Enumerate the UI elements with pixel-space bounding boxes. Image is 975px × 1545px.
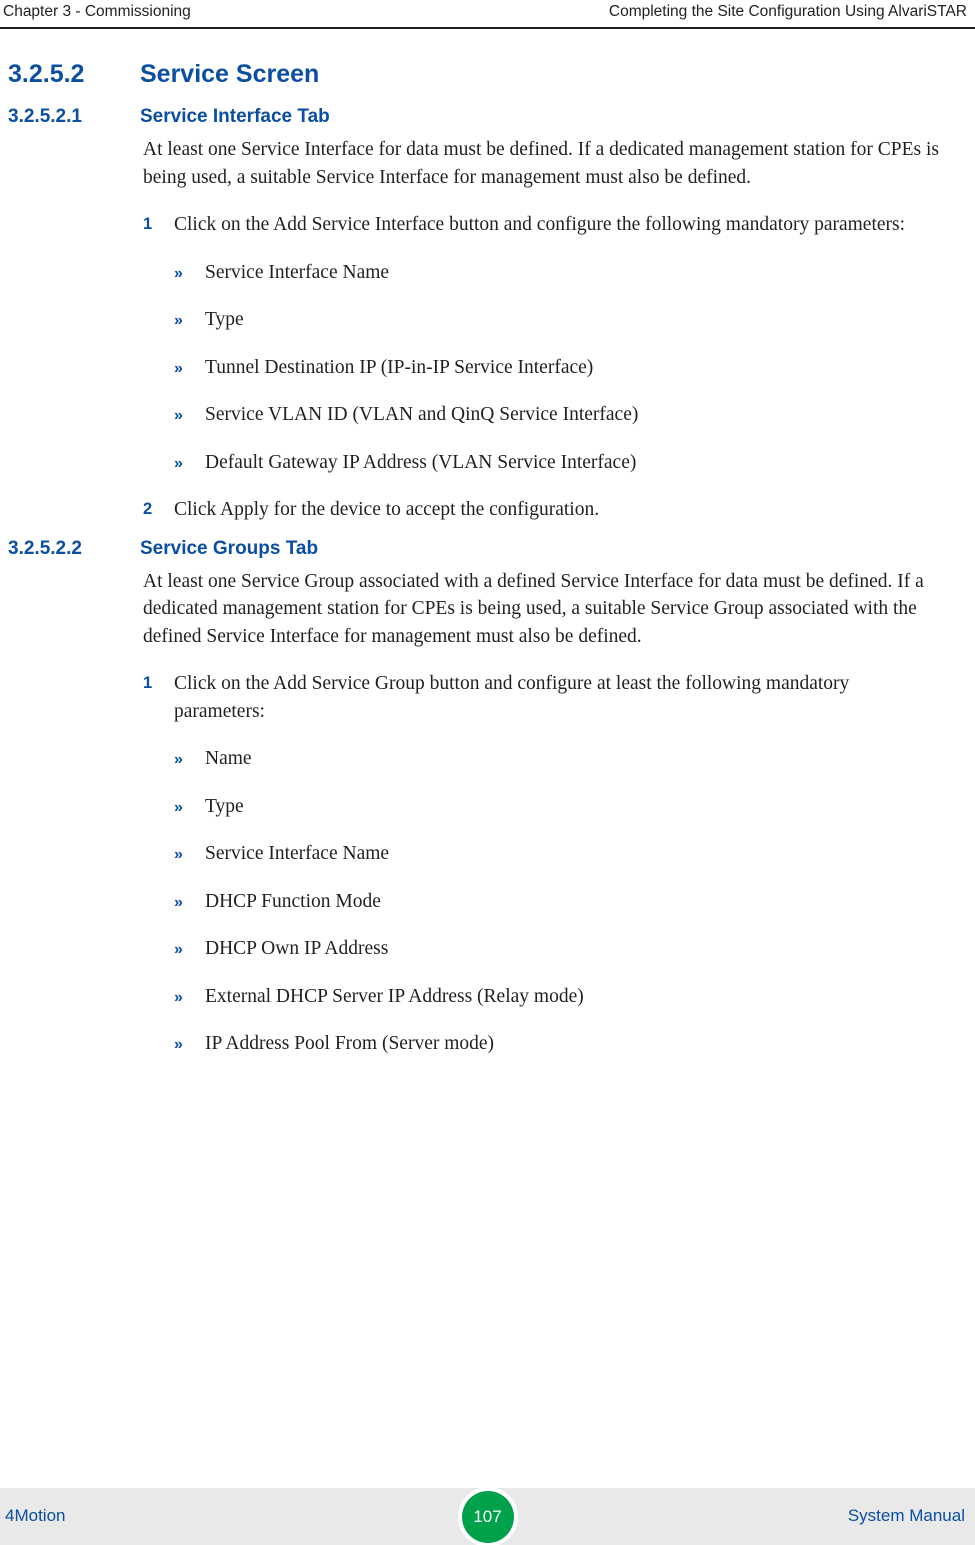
section-title: Service Screen <box>140 60 320 88</box>
chevron-double-right-icon: » <box>174 893 183 911</box>
list-item-label: Service VLAN ID (VLAN and QinQ Service I… <box>205 404 639 425</box>
chevron-double-right-icon: » <box>174 454 183 472</box>
list-item-label: Service Interface Name <box>205 843 390 864</box>
step-item: 1 Click on the Add Service Group button … <box>143 670 945 725</box>
footer-manual-label: System Manual <box>847 1506 965 1525</box>
list-item: » Type <box>174 306 975 334</box>
step-item: 2 Click Apply for the device to accept t… <box>143 496 945 524</box>
list-item: » External DHCP Server IP Address (Relay… <box>174 983 975 1011</box>
list-item: » Name <box>174 745 975 773</box>
header-divider <box>0 27 975 29</box>
list-item-label: Type <box>205 309 244 330</box>
subsection-title: Service Interface Tab <box>140 106 330 127</box>
list-item: » DHCP Own IP Address <box>174 935 975 963</box>
subsection-number: 3.2.5.2.1 <box>8 106 82 127</box>
list-item: » Tunnel Destination IP (IP-in-IP Servic… <box>174 354 975 382</box>
chevron-double-right-icon: » <box>174 1036 183 1053</box>
chevron-double-right-icon: » <box>174 751 183 768</box>
chevron-double-right-icon: » <box>174 264 183 282</box>
list-item: » Service Interface Name <box>174 840 975 868</box>
section-number: 3.2.5.2 <box>8 60 85 88</box>
step-text: Click Apply for the device to accept the… <box>174 499 600 520</box>
header-section-label: Completing the Site Configuration Using … <box>608 3 967 20</box>
document-body: 3.2.5.2 Service Screen 3.2.5.2.1 Service… <box>0 60 975 1058</box>
header-chapter-label: Chapter 3 - Commissioning <box>3 3 191 20</box>
list-item: » Service VLAN ID (VLAN and QinQ Service… <box>174 401 975 429</box>
subsection-intro-paragraph: At least one Service Interface for data … <box>143 139 939 188</box>
page-number-badge: 107 <box>461 1491 514 1543</box>
step-item: 1 Click on the Add Service Interface but… <box>143 211 945 239</box>
list-item-label: IP Address Pool From (Server mode) <box>205 1033 495 1054</box>
list-item-label: DHCP Own IP Address <box>205 938 389 959</box>
list-item: » DHCP Function Mode <box>174 888 975 916</box>
page-footer: 4Motion 107 System Manual <box>0 1488 975 1545</box>
subsection-heading-service-groups-tab: 3.2.5.2.2 Service Groups Tab <box>0 538 975 568</box>
step-number: 2 <box>143 500 153 518</box>
chevron-double-right-icon: » <box>174 312 183 329</box>
list-item-label: External DHCP Server IP Address (Relay m… <box>205 985 584 1007</box>
list-item-label: Tunnel Destination IP (IP-in-IP Service … <box>205 356 594 378</box>
list-item: » Service Interface Name <box>174 259 975 287</box>
chevron-double-right-icon: » <box>174 798 183 816</box>
chevron-double-right-icon: » <box>174 988 183 1006</box>
chevron-double-right-icon: » <box>174 359 183 377</box>
chevron-double-right-icon: » <box>174 846 183 863</box>
list-item-label: DHCP Function Mode <box>205 890 381 912</box>
list-item: » Default Gateway IP Address (VLAN Servi… <box>174 449 975 477</box>
chevron-double-right-icon: » <box>174 407 183 424</box>
step-number: 1 <box>143 215 153 233</box>
chevron-double-right-icon: » <box>174 941 183 958</box>
footer-product-label: 4Motion <box>5 1506 66 1525</box>
step-text: Click on the Add Service Interface butto… <box>174 214 906 235</box>
list-item: » Type <box>174 793 975 821</box>
subsection-number: 3.2.5.2.2 <box>8 537 82 559</box>
subsection-title: Service Groups Tab <box>140 537 319 559</box>
list-item-label: Name <box>205 748 252 769</box>
subsection-heading-service-interface-tab: 3.2.5.2.1 Service Interface Tab <box>0 106 975 136</box>
step-text: Click on the Add Service Group button an… <box>174 673 850 722</box>
list-item-label: Service Interface Name <box>205 261 390 283</box>
section-heading: 3.2.5.2 Service Screen <box>0 60 975 98</box>
page-header: Chapter 3 - Commissioning Completing the… <box>0 0 975 28</box>
list-item-label: Default Gateway IP Address (VLAN Service… <box>205 451 637 473</box>
step-number: 1 <box>143 674 153 692</box>
subsection-intro-paragraph: At least one Service Group associated wi… <box>143 570 924 647</box>
list-item: » IP Address Pool From (Server mode) <box>174 1030 975 1058</box>
list-item-label: Type <box>205 795 244 817</box>
